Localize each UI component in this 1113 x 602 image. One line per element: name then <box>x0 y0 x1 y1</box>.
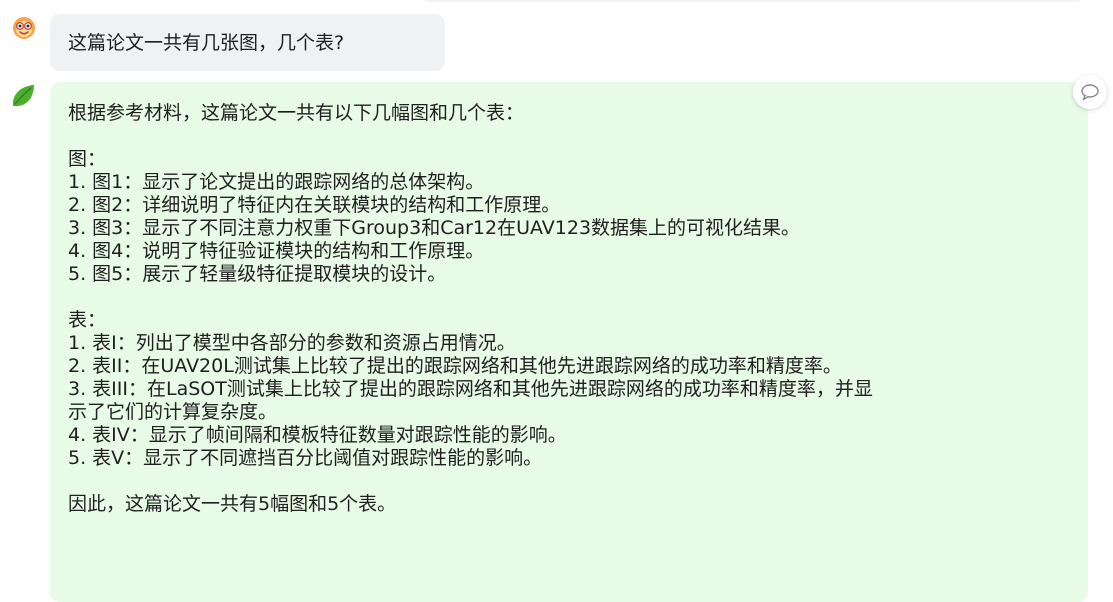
speech-bubble-icon <box>1081 84 1099 101</box>
green-leaf-icon <box>12 85 34 107</box>
bot-avatar <box>9 82 35 108</box>
table-item: 1. 表I：列出了模型中各部分的参数和资源占用情况。 <box>68 332 516 354</box>
figure-item: 3. 图3：显示了不同注意力权重下Group3和Car12在UAV123数据集上… <box>68 217 801 239</box>
answer-intro: 根据参考材料，这篇论文一共有以下几幅图和几个表： <box>68 102 525 124</box>
table-item: 2. 表II：在UAV20L测试集上比较了提出的跟踪网络和其他先进跟踪网络的成功… <box>68 355 842 377</box>
bot-message-bubble: 根据参考材料，这篇论文一共有以下几幅图和几个表： 图： 1. 图1：显示了论文提… <box>50 82 1088 602</box>
smiley-face-icon <box>13 17 35 39</box>
figure-item: 4. 图4：说明了特征验证模块的结构和工作原理。 <box>68 240 485 262</box>
table-item: 3. 表III：在LaSOT测试集上比较了提出的跟踪网络和其他先进跟踪网络的成功… <box>68 378 873 400</box>
user-avatar <box>11 15 37 41</box>
figures-heading: 图： <box>68 148 107 170</box>
user-message-bubble: 这篇论文一共有几张图，几个表? <box>50 14 445 71</box>
figure-item: 1. 图1：显示了论文提出的跟踪网络的总体架构。 <box>68 171 485 193</box>
tables-heading: 表： <box>68 309 107 331</box>
figure-item: 5. 图5：展示了轻量级特征提取模块的设计。 <box>68 263 447 285</box>
table-item-continued: 示了它们的计算复杂度。 <box>68 401 278 423</box>
table-item: 4. 表IV：显示了帧间隔和模板特征数量对跟踪性能的影响。 <box>68 424 567 446</box>
previous-message-edge <box>420 0 1085 2</box>
answer-summary: 因此，这篇论文一共有5幅图和5个表。 <box>68 493 397 515</box>
figure-item: 2. 图2：详细说明了特征内在关联模块的结构和工作原理。 <box>68 194 561 216</box>
comment-button[interactable] <box>1073 75 1107 109</box>
table-item: 5. 表V：显示了不同遮挡百分比阈值对跟踪性能的影响。 <box>68 447 543 469</box>
user-message-text: 这篇论文一共有几张图，几个表? <box>68 32 345 54</box>
